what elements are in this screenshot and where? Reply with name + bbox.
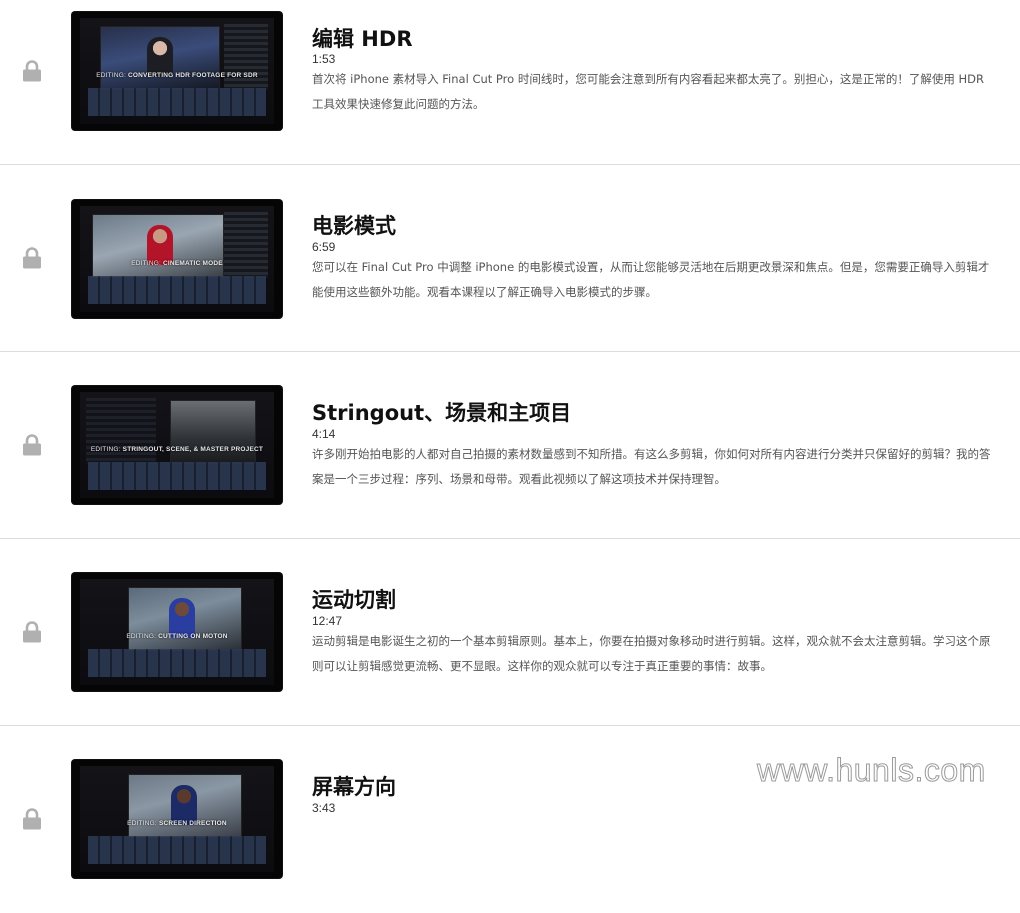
thumbnail-screen <box>80 206 274 312</box>
thumbnail-screen <box>80 579 274 685</box>
video-viewer <box>128 774 242 838</box>
video-subject <box>169 598 195 638</box>
lesson-title[interactable]: 运动切割 <box>312 584 396 614</box>
thumbnail-caption: EDITING: CONVERTING HDR FOOTAGE FOR SDR <box>96 72 258 79</box>
lesson-description: 许多刚开始拍电影的人都对自己拍摄的素材数量感到不知所措。有这么多剪辑，你如何对所… <box>312 447 991 486</box>
thumbnail-screen <box>80 766 274 872</box>
lock-icon <box>22 434 42 456</box>
timeline-strip <box>88 88 266 116</box>
lesson-row[interactable]: EDITING: CINEMATIC MODE 电影模式 6:59 您可以在 F… <box>0 165 1020 352</box>
timeline-strip <box>88 276 266 304</box>
video-subject <box>147 225 173 265</box>
video-viewer <box>92 214 224 278</box>
lesson-row[interactable]: EDITING: CONVERTING HDR FOOTAGE FOR SDR … <box>0 0 1020 165</box>
thumbnail-caption: EDITING: STRINGOUT, SCENE, & MASTER PROJ… <box>90 446 264 453</box>
lesson-thumbnail[interactable]: EDITING: CINEMATIC MODE <box>72 200 282 318</box>
thumbnail-caption: EDITING: CINEMATIC MODE <box>131 260 223 267</box>
lesson-title[interactable]: 编辑 HDR <box>312 23 413 53</box>
timeline-strip <box>88 462 266 490</box>
lesson-duration: 4:14 <box>312 427 336 441</box>
lesson-row[interactable]: EDITING: STRINGOUT, SCENE, & MASTER PROJ… <box>0 352 1020 539</box>
lock-icon <box>22 60 42 82</box>
lesson-thumbnail[interactable]: EDITING: SCREEN DIRECTION <box>72 760 282 878</box>
inspector-panel <box>224 24 268 90</box>
lesson-description: 首次将 iPhone 素材导入 Final Cut Pro 时间线时，您可能会注… <box>312 72 984 111</box>
lesson-thumbnail[interactable]: EDITING: STRINGOUT, SCENE, & MASTER PROJ… <box>72 386 282 504</box>
lesson-description: 您可以在 Final Cut Pro 中调整 iPhone 的电影模式设置，从而… <box>312 260 990 299</box>
lesson-duration: 1:53 <box>312 52 336 66</box>
video-viewer <box>170 400 256 464</box>
lock-icon <box>22 621 42 643</box>
lesson-title[interactable]: 电影模式 <box>312 210 396 240</box>
timeline-strip <box>88 836 266 864</box>
video-viewer <box>128 587 242 651</box>
lesson-duration: 12:47 <box>312 614 343 628</box>
lesson-thumbnail[interactable]: EDITING: CUTTING ON MOTON <box>72 573 282 691</box>
video-subject <box>171 785 197 825</box>
video-viewer <box>100 26 220 90</box>
lesson-description: 运动剪辑是电影诞生之初的一个基本剪辑原则。基本上，你要在拍摄对象移动时进行剪辑。… <box>312 634 991 673</box>
lesson-title[interactable]: 屏幕方向 <box>312 771 396 801</box>
lock-icon <box>22 247 42 269</box>
lesson-duration: 3:43 <box>312 801 336 815</box>
thumbnail-screen <box>80 392 274 498</box>
lesson-thumbnail[interactable]: EDITING: CONVERTING HDR FOOTAGE FOR SDR <box>72 12 282 130</box>
lesson-duration: 6:59 <box>312 240 336 254</box>
lesson-title[interactable]: Stringout、场景和主项目 <box>312 397 571 427</box>
thumbnail-screen <box>80 18 274 124</box>
lesson-row[interactable]: EDITING: CUTTING ON MOTON 运动切割 12:47 运动剪… <box>0 539 1020 726</box>
timeline-strip <box>88 649 266 677</box>
video-subject <box>147 37 173 77</box>
inspector-panel <box>224 212 268 278</box>
browser-panel <box>86 398 156 464</box>
thumbnail-caption: EDITING: CUTTING ON MOTON <box>126 633 228 640</box>
lock-icon <box>22 808 42 830</box>
site-watermark: www.hunls.com <box>757 752 986 789</box>
